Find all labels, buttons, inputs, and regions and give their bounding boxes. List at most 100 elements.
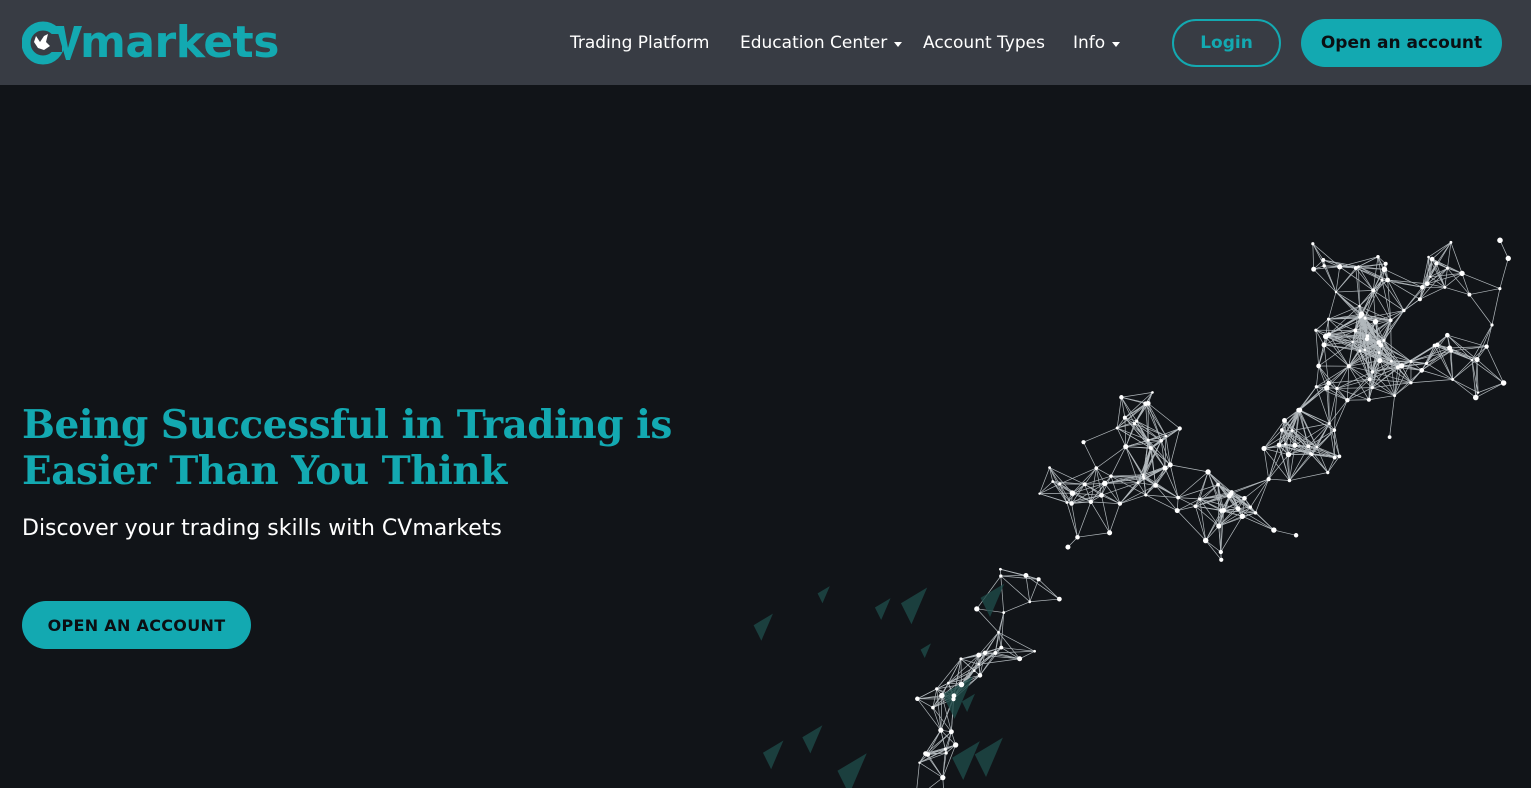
network-node <box>1409 381 1413 385</box>
nav-item-info[interactable]: Info <box>1073 31 1121 55</box>
network-edge <box>1428 242 1452 258</box>
network-node <box>1402 308 1406 313</box>
caret-down-icon <box>894 41 903 47</box>
network-node <box>1490 323 1494 327</box>
network-edge <box>1178 497 1200 500</box>
network-node <box>1056 596 1062 602</box>
network-node <box>1409 359 1413 363</box>
network-edge <box>1421 370 1453 380</box>
network-node <box>1337 264 1343 270</box>
network-node <box>939 692 945 699</box>
network-node <box>972 669 976 672</box>
network-edge <box>1077 532 1110 538</box>
network-node <box>1367 377 1372 382</box>
network-edge <box>1475 382 1504 398</box>
network-node <box>1435 342 1440 348</box>
network-node <box>1337 454 1342 459</box>
network-node <box>1345 398 1350 403</box>
network-node <box>1424 281 1430 287</box>
network-edge <box>1242 516 1274 531</box>
network-node <box>1429 275 1432 279</box>
network-node <box>952 742 959 748</box>
network-node <box>1142 477 1146 480</box>
network-node <box>1132 421 1137 426</box>
nav-item-education-center[interactable]: Education Center <box>740 31 903 55</box>
network-node <box>1153 483 1158 488</box>
network-node <box>1193 504 1198 509</box>
network-edge <box>1312 243 1324 261</box>
network-node <box>1065 544 1071 550</box>
network-node <box>974 606 980 612</box>
decorative-shard <box>920 643 931 658</box>
network-node <box>1387 435 1392 439</box>
decorative-shard <box>753 613 773 641</box>
network-node <box>1117 501 1123 506</box>
network-node <box>1229 490 1234 495</box>
network-node <box>1253 511 1258 515</box>
network-edge <box>1177 505 1196 511</box>
network-edge <box>1029 579 1039 602</box>
top-navbar: markets Trading Platform Education Cente… <box>0 0 1531 85</box>
network-edge <box>1000 575 1005 613</box>
network-node <box>1334 290 1338 294</box>
network-node <box>1332 455 1337 460</box>
network-edge <box>1109 503 1121 533</box>
network-edge <box>1025 575 1031 602</box>
network-edge <box>1178 484 1219 498</box>
network-edge <box>1327 457 1335 473</box>
network-edge <box>1477 382 1504 393</box>
nav-item-account-types[interactable]: Account Types <box>923 31 1045 55</box>
network-node <box>1075 534 1080 540</box>
network-node <box>1332 428 1337 433</box>
network-node <box>938 727 944 733</box>
network-node <box>1335 386 1339 391</box>
logo-wordmark: markets <box>80 17 279 68</box>
brand-logo[interactable]: markets <box>22 20 279 66</box>
network-node <box>1051 480 1055 483</box>
network-node <box>1123 444 1129 450</box>
network-edge <box>1038 579 1060 600</box>
network-node <box>1292 442 1298 448</box>
network-node <box>1151 391 1154 394</box>
network-node <box>1370 370 1375 374</box>
network-node <box>1280 428 1284 432</box>
network-node <box>1219 557 1224 562</box>
network-node <box>1033 649 1036 653</box>
network-node <box>918 761 921 764</box>
network-edge <box>1119 485 1156 504</box>
network-node <box>1017 656 1023 662</box>
network-edge <box>1368 395 1395 401</box>
network-node <box>1198 497 1202 501</box>
open-account-nav-button[interactable]: Open an account <box>1301 19 1502 67</box>
network-edge <box>1313 268 1337 293</box>
network-node <box>997 630 1000 634</box>
network-node <box>1417 297 1422 302</box>
network-edge <box>1323 344 1329 384</box>
login-button[interactable]: Login <box>1172 19 1281 67</box>
network-node <box>1296 407 1301 413</box>
decorative-shard <box>974 737 1003 777</box>
network-node <box>1205 469 1211 475</box>
network-edge <box>1335 291 1360 318</box>
nav-item-label: Account Types <box>923 33 1045 53</box>
network-edge <box>1452 379 1476 398</box>
network-node <box>1088 499 1094 505</box>
network-node <box>1293 533 1299 538</box>
network-node <box>1372 319 1379 325</box>
network-edge <box>1169 464 1179 498</box>
nav-item-trading-platform[interactable]: Trading Platform <box>570 31 709 55</box>
network-edge <box>1337 387 1373 389</box>
network-node <box>1109 474 1113 478</box>
network-edge <box>919 748 946 764</box>
network-edge <box>1090 501 1120 505</box>
network-node <box>1449 349 1453 353</box>
network-node <box>1358 315 1362 319</box>
network-edge <box>1039 492 1073 494</box>
network-node <box>1424 361 1429 365</box>
open-account-cta-button[interactable]: OPEN AN ACCOUNT <box>22 601 251 649</box>
network-node <box>1497 237 1503 244</box>
network-edge <box>1410 370 1423 383</box>
network-node <box>1427 255 1430 259</box>
network-edge <box>1083 427 1118 443</box>
network-node <box>1314 385 1319 389</box>
